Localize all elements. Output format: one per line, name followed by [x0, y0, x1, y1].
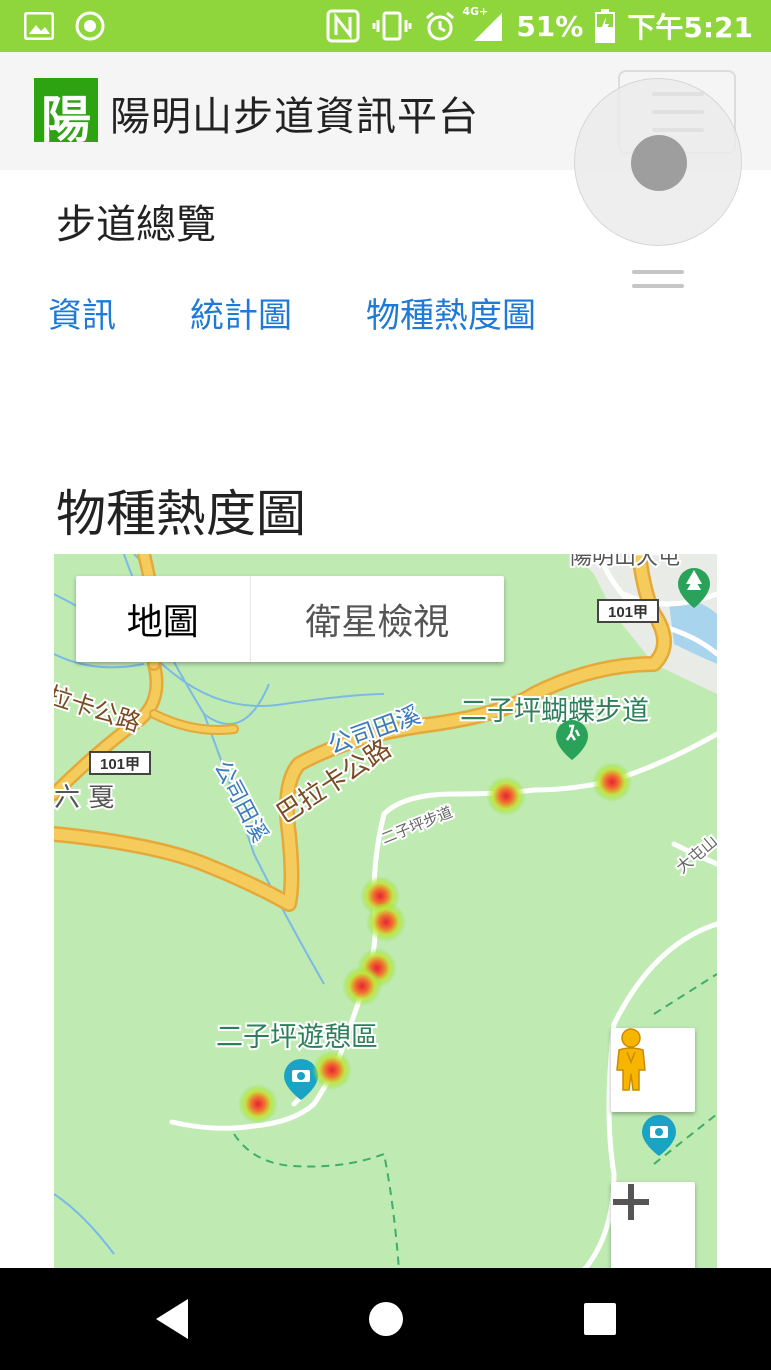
battery-level: 51% — [516, 9, 584, 43]
road-sign-101a-top: 101甲 — [608, 604, 648, 621]
site-title[interactable]: 陽明山步道資訊平台 — [110, 84, 479, 142]
battery-icon — [595, 9, 616, 43]
record-icon — [74, 10, 106, 42]
trail-label-butterfly: 二子坪蝴蝶步道 — [460, 696, 649, 727]
place-label-top: 陽明山大屯 — [570, 554, 680, 570]
recents-button[interactable] — [540, 1268, 660, 1370]
place-label-rest-area: 二子坪遊憩區 — [216, 1022, 378, 1053]
zoom-in-button[interactable] — [611, 1182, 695, 1270]
site-logo[interactable]: 陽 — [34, 78, 98, 149]
map-view-button[interactable]: 地圖 — [76, 576, 251, 662]
home-button[interactable] — [326, 1268, 446, 1370]
place-label-datun: 大屯山 — [672, 832, 717, 877]
place-label-liuxia: 六 戛 — [54, 783, 114, 813]
heat-point — [238, 1084, 278, 1124]
alarm-icon — [424, 10, 456, 42]
clock: 下午5:21 — [627, 11, 753, 44]
back-icon — [156, 1299, 188, 1339]
heat-point — [592, 762, 632, 802]
signal-icon: 4G+ — [462, 5, 504, 43]
drag-handle[interactable] — [632, 270, 684, 292]
zoom-in-icon — [613, 1184, 649, 1220]
heat-point — [312, 1050, 352, 1090]
heat-point — [342, 966, 382, 1006]
pegman-icon — [616, 1028, 646, 1091]
nfc-icon — [326, 9, 360, 43]
tab-statistics[interactable]: 統計圖 — [190, 288, 292, 337]
street-view-button[interactable] — [611, 1028, 695, 1112]
assistive-touch-dot — [631, 135, 687, 191]
heat-point — [486, 776, 526, 816]
creek-label-2: 公司田溪 — [209, 757, 272, 846]
map-type-control: 地圖 衛星檢視 — [76, 576, 504, 662]
back-button[interactable] — [112, 1268, 232, 1370]
road-label-balaka-left: 拉卡公路 — [54, 681, 144, 737]
camera-pin-icon-2[interactable] — [642, 1115, 676, 1156]
tab-info[interactable]: 資訊 — [48, 288, 116, 337]
species-heatmap-map[interactable]: 101甲 101甲 陽明山大屯 拉卡公路 六 戛 公司田溪 公司田溪 巴拉卡公路… — [54, 554, 717, 1270]
home-icon — [369, 1302, 403, 1336]
assistive-touch-button[interactable] — [574, 78, 742, 246]
heatmap-title: 物種熱度圖 — [56, 485, 306, 543]
system-navigation-bar — [0, 1268, 771, 1370]
recents-icon — [584, 1303, 616, 1335]
hiker-icon[interactable] — [556, 720, 588, 760]
satellite-view-button[interactable]: 衛星檢視 — [251, 576, 504, 662]
section-title: 步道總覽 — [56, 202, 216, 248]
status-bar: 4G+ 51% 下午5:21 — [0, 0, 771, 52]
heat-point — [366, 902, 406, 942]
tab-species-heatmap[interactable]: 物種熱度圖 — [366, 288, 536, 337]
vibrate-icon — [372, 10, 412, 42]
picture-icon — [24, 12, 54, 40]
road-sign-101a-left: 101甲 — [100, 756, 140, 773]
